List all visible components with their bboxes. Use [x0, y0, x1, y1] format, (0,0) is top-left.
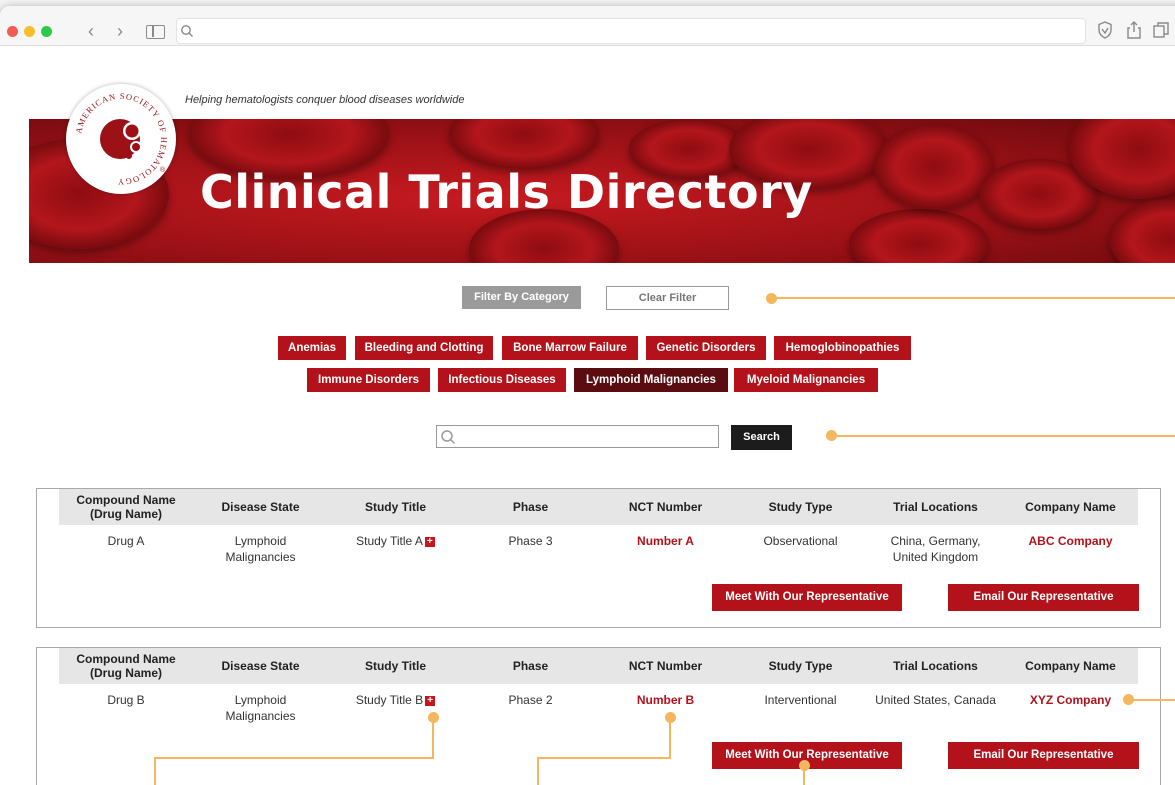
phase: Phase 2	[508, 693, 553, 707]
column-header-study-type: Study Type	[733, 489, 868, 525]
column-header-nct-number: NCT Number	[598, 648, 733, 684]
category-infectious-diseases[interactable]: Infectious Diseases	[438, 368, 566, 392]
category-anemias[interactable]: Anemias	[278, 336, 346, 360]
search-icon	[441, 430, 456, 445]
callout-line	[772, 297, 1175, 299]
column-header-trial-locations: Trial Locations	[868, 648, 1003, 684]
category-hemoglobinopathies[interactable]: Hemoglobinopathies	[774, 336, 911, 360]
column-header-compound: Compound Name (Drug Name)	[59, 648, 193, 684]
ash-logo-mark: AMERICAN SOCIETY OF HEMATOLOGY ®	[71, 89, 171, 189]
callout-line	[154, 757, 156, 785]
trial-locations: China, Germany, United Kingdom	[890, 534, 981, 564]
blood-cell-decoration	[449, 119, 599, 169]
meet-representative-button[interactable]: Meet With Our Representative	[712, 584, 902, 611]
expand-plus-icon[interactable]: +	[425, 695, 436, 706]
callout-line	[669, 717, 671, 759]
compound-name: Drug B	[107, 693, 145, 707]
email-representative-button[interactable]: Email Our Representative	[948, 584, 1139, 611]
column-header-company-name: Company Name	[1003, 489, 1138, 525]
column-header-disease-state: Disease State	[193, 489, 328, 525]
study-type: Interventional	[764, 693, 837, 707]
company-name-link[interactable]: ABC Company	[1003, 533, 1138, 549]
callout-line	[1129, 699, 1175, 701]
disease-state: Lymphoid Malignancies	[225, 534, 296, 564]
minimize-window-icon[interactable]	[24, 26, 35, 37]
callout-line	[537, 757, 539, 785]
search-button[interactable]: Search	[731, 425, 792, 450]
clear-filter-button[interactable]: Clear Filter	[606, 286, 729, 310]
sidebar-toggle-icon[interactable]	[146, 25, 165, 39]
search-input[interactable]	[459, 428, 714, 445]
column-header-trial-locations: Trial Locations	[868, 489, 1003, 525]
shield-icon[interactable]	[1096, 20, 1114, 40]
study-title[interactable]: Study Title A +	[328, 533, 463, 549]
ash-logo[interactable]: AMERICAN SOCIETY OF HEMATOLOGY ®	[66, 84, 176, 194]
callout-line	[803, 764, 805, 785]
zoom-window-icon[interactable]	[41, 26, 52, 37]
page-title: Clinical Trials Directory	[200, 165, 813, 219]
column-header-nct-number: NCT Number	[598, 489, 733, 525]
study-type: Observational	[763, 534, 838, 548]
blood-cell-decoration	[1109, 199, 1175, 263]
site-tagline: Helping hematologists conquer blood dise…	[185, 94, 465, 106]
category-myeloid-malignancies[interactable]: Myeloid Malignancies	[734, 368, 878, 392]
study-title[interactable]: Study Title B +	[328, 692, 463, 708]
blood-cell-decoration	[874, 124, 994, 209]
column-header-phase: Phase	[463, 648, 598, 684]
study-title-text: Study Title A	[356, 534, 423, 548]
close-window-icon[interactable]	[7, 26, 18, 37]
column-header-phase: Phase	[463, 489, 598, 525]
filter-by-category-button[interactable]: Filter By Category	[462, 286, 581, 309]
column-header-study-title: Study Title	[328, 648, 463, 684]
email-representative-button[interactable]: Email Our Representative	[948, 742, 1139, 769]
column-header-compound: Compound Name (Drug Name)	[59, 489, 193, 525]
category-immune-disorders[interactable]: Immune Disorders	[307, 368, 430, 392]
trial-locations: United States, Canada	[875, 693, 996, 707]
category-genetic-disorders[interactable]: Genetic Disorders	[646, 336, 766, 360]
svg-text:®: ®	[160, 166, 166, 174]
nct-number-link[interactable]: Number A	[598, 533, 733, 549]
callout-line	[832, 435, 1175, 437]
category-bone-marrow-failure[interactable]: Bone Marrow Failure	[502, 336, 638, 360]
trial-card: Compound Name (Drug Name) Disease State …	[36, 647, 1161, 785]
callout-line	[537, 757, 671, 759]
column-header-study-title: Study Title	[328, 489, 463, 525]
blood-cell-decoration	[849, 209, 989, 263]
phase: Phase 3	[508, 534, 553, 548]
column-header-company-name: Company Name	[1003, 648, 1138, 684]
column-header-disease-state: Disease State	[193, 648, 328, 684]
new-window-icon[interactable]	[1152, 20, 1170, 40]
disease-state: Lymphoid Malignancies	[225, 693, 296, 723]
address-bar[interactable]	[176, 18, 1086, 44]
search-icon	[181, 25, 193, 37]
callout-line	[154, 757, 434, 759]
expand-plus-icon[interactable]: +	[424, 536, 435, 547]
forward-arrow-icon[interactable]: ›	[111, 20, 129, 42]
callout-line	[432, 717, 434, 759]
column-header-study-type: Study Type	[733, 648, 868, 684]
search-field[interactable]	[436, 425, 719, 448]
study-title-text: Study Title B	[355, 693, 424, 707]
category-lymphoid-malignancies[interactable]: Lymphoid Malignancies	[574, 368, 728, 392]
category-bleeding-and-clotting[interactable]: Bleeding and Clotting	[355, 336, 493, 360]
compound-name: Drug A	[107, 534, 145, 548]
company-name-link[interactable]: XYZ Company	[1003, 692, 1138, 708]
nct-number-link[interactable]: Number B	[598, 692, 733, 708]
back-arrow-icon[interactable]: ‹	[82, 20, 100, 42]
share-icon[interactable]	[1125, 20, 1143, 40]
trial-card: Compound Name (Drug Name) Disease State …	[36, 488, 1161, 628]
browser-toolbar: ‹ ›	[0, 6, 1175, 46]
